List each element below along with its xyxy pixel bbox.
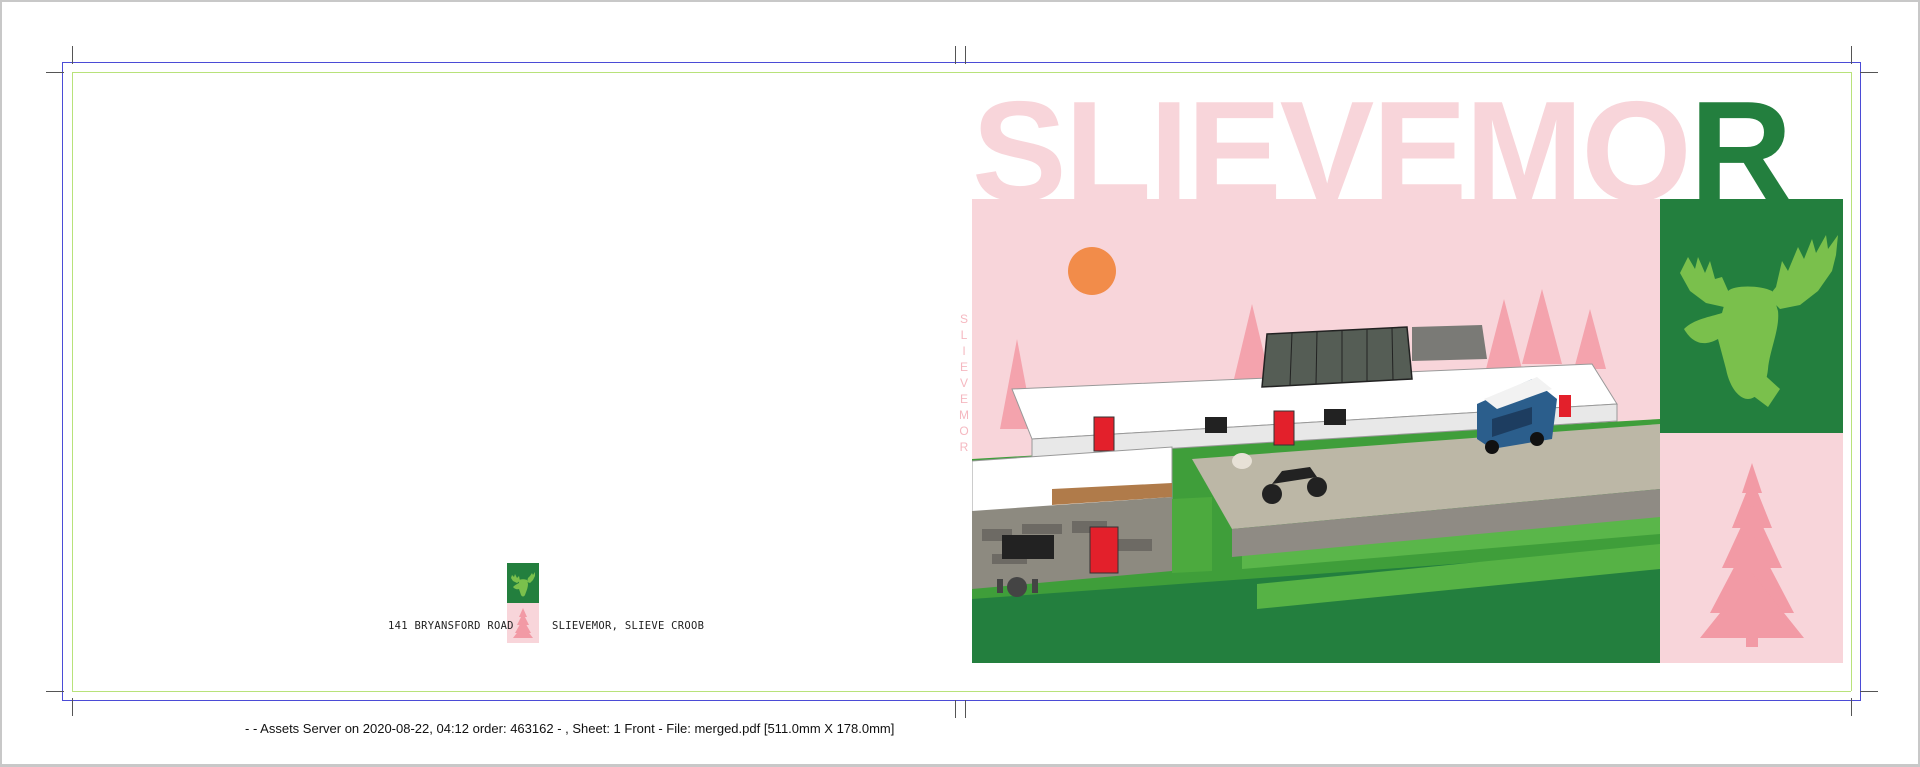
spine-text: SLIEVEMOR — [957, 312, 971, 456]
bleed-line-left — [62, 62, 63, 700]
crop-mark — [1860, 691, 1878, 692]
moose-tile — [1660, 199, 1843, 433]
sun-icon — [1068, 247, 1116, 295]
print-slug-line: - - Assets Server on 2020-08-22, 04:12 o… — [245, 721, 895, 736]
crop-mark — [46, 691, 64, 692]
spine-mark — [955, 700, 956, 718]
house-illustration — [972, 199, 1660, 663]
pine-tree-icon — [1700, 463, 1804, 647]
address-right: SLIEVEMOR, SLIEVE CROOB — [552, 620, 705, 632]
spine-mark — [955, 46, 956, 64]
crop-mark — [1851, 698, 1852, 716]
moose-mini-tile — [507, 563, 539, 603]
address-left: 141 BRYANSFORD ROAD — [388, 620, 514, 632]
bleed-line-top — [62, 62, 1861, 63]
moose-head-icon — [511, 572, 535, 597]
spine-mark — [965, 700, 966, 718]
crop-mark — [72, 46, 73, 64]
bleed-line-right — [1860, 62, 1861, 700]
front-cover: SLIEVEMOR — [972, 85, 1843, 663]
trim-line-right — [1851, 72, 1852, 691]
spine-mark — [965, 46, 966, 64]
crop-mark — [72, 698, 73, 716]
crop-mark — [1851, 46, 1852, 64]
trim-line-bottom — [72, 691, 1851, 692]
tree-tile — [1660, 433, 1843, 663]
trim-line-top — [72, 72, 1851, 73]
crop-mark — [1860, 72, 1878, 73]
crop-mark — [46, 72, 64, 73]
moose-head-icon — [1680, 235, 1838, 407]
bleed-line-bottom — [62, 700, 1861, 701]
trim-line-left — [72, 72, 73, 691]
